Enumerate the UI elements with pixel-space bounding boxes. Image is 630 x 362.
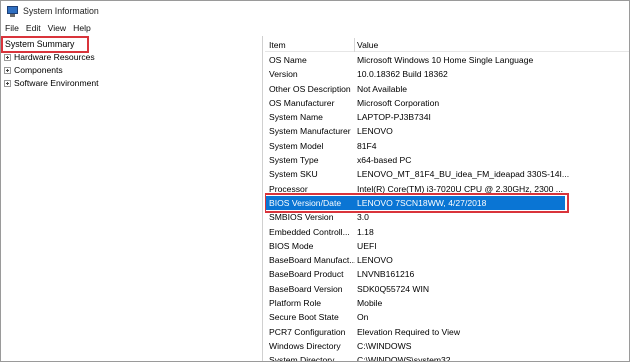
row-item: Version [269, 69, 298, 80]
row-value: Microsoft Windows 10 Home Single Languag… [357, 55, 534, 65]
row-item: Platform Role [269, 298, 322, 309]
column-divider[interactable] [354, 38, 355, 52]
table-row[interactable]: Embedded Controll... 1.18 [265, 225, 629, 239]
title-bar: System Information [1, 1, 629, 21]
category-tree: System Summary Hardware Resources Compon… [1, 36, 263, 361]
row-item: BIOS Version/Date [269, 197, 342, 208]
row-value: 81F4 [357, 140, 377, 151]
row-item: Processor [269, 183, 308, 194]
row-item: BIOS Mode [269, 240, 314, 251]
table-row[interactable]: System Manufacturer LENOVO [265, 124, 629, 138]
row-value: x64-based PC [357, 155, 412, 166]
row-item: System Type [269, 155, 319, 166]
menu-bar: File Edit View Help [1, 21, 629, 35]
details-list: Item Value OS Name Microsoft Windows 10 H… [265, 36, 629, 362]
row-value: LENOVO [357, 126, 393, 137]
expand-icon[interactable] [4, 66, 11, 74]
list-header: Item Value [265, 38, 629, 52]
row-item: Embedded Controll... [269, 226, 350, 237]
table-row[interactable]: Platform Role Mobile [265, 296, 629, 310]
table-row[interactable]: Secure Boot State On [265, 310, 629, 324]
table-row[interactable]: Other OS Description Not Available [265, 82, 629, 96]
row-value: 3.0 [357, 212, 369, 223]
row-value: 1.18 [357, 226, 374, 237]
row-item: BaseBoard Product [269, 269, 344, 280]
row-value: LAPTOP-PJ3B734I [357, 112, 431, 123]
row-item: System SKU [269, 169, 318, 180]
menu-view[interactable]: View [48, 23, 66, 33]
row-item: OS Name [269, 55, 307, 65]
table-row[interactable]: OS Manufacturer Microsoft Corporation [265, 96, 629, 110]
column-header-value[interactable]: Value [357, 40, 569, 50]
tree-item-label: Components [14, 65, 63, 75]
table-row[interactable]: System Directory C:\WINDOWS\system32 [265, 353, 629, 362]
menu-help[interactable]: Help [73, 23, 91, 33]
list-rows: OS Name Microsoft Windows 10 Home Single … [265, 53, 629, 362]
row-item: System Name [269, 112, 323, 123]
row-value: SDK0Q55724 WIN [357, 283, 430, 294]
row-value: LENOVO 7SCN18WW, 4/27/2018 [357, 197, 487, 208]
row-value: Intel(R) Core(TM) i3-7020U CPU @ 2.30GHz… [357, 183, 563, 194]
system-information-window: System Information File Edit View Help S… [0, 0, 630, 362]
tree-item-system-summary[interactable]: System Summary [5, 38, 74, 50]
row-value: LENOVO [357, 255, 393, 266]
table-row[interactable]: OS Name Microsoft Windows 10 Home Single … [265, 53, 629, 67]
row-value: Elevation Required to View [357, 326, 461, 337]
table-row[interactable]: Windows Directory C:\WINDOWS [265, 339, 629, 353]
row-item: BaseBoard Manufact... [269, 255, 355, 266]
row-item: PCR7 Configuration [269, 326, 346, 337]
tree-item-label: Software Environment [14, 78, 99, 88]
expand-icon[interactable] [4, 79, 11, 87]
table-row[interactable]: BIOS Mode UEFI [265, 239, 629, 253]
table-row[interactable]: BaseBoard Version SDK0Q55724 WIN [265, 282, 629, 296]
row-item: Other OS Description [269, 83, 351, 94]
tree-item-components[interactable]: Components [4, 64, 63, 76]
table-row[interactable]: Processor Intel(R) Core(TM) i3-7020U CPU … [265, 182, 629, 196]
tree-item-software-environment[interactable]: Software Environment [4, 77, 99, 89]
row-item: OS Manufacturer [269, 97, 335, 108]
row-value: LNVNB161216 [357, 269, 415, 280]
tree-item-hardware-resources[interactable]: Hardware Resources [4, 51, 95, 63]
table-row[interactable]: BaseBoard Product LNVNB161216 [265, 267, 629, 281]
row-value: On [357, 312, 369, 323]
row-value: Microsoft Corporation [357, 97, 440, 108]
row-value: Not Available [357, 83, 408, 94]
menu-file[interactable]: File [5, 23, 19, 33]
row-item: Windows Directory [269, 340, 341, 351]
expand-icon[interactable] [4, 53, 11, 61]
table-row[interactable]: BIOS Version/Date LENOVO 7SCN18WW, 4/27/2… [265, 192, 629, 213]
table-row[interactable]: System Type x64-based PC [265, 153, 629, 167]
row-item: SMBIOS Version [269, 212, 334, 223]
row-value: C:\WINDOWS [357, 340, 412, 351]
table-row[interactable]: System SKU LENOVO_MT_81F4_BU_idea_FM_idea… [265, 167, 629, 181]
table-row[interactable]: Version 10.0.18362 Build 18362 [265, 67, 629, 81]
row-item: Secure Boot State [269, 312, 339, 323]
window-title: System Information [23, 6, 99, 16]
table-row[interactable]: PCR7 Configuration Elevation Required to … [265, 325, 629, 339]
system-information-icon [7, 5, 18, 17]
row-item: System Model [269, 140, 324, 151]
row-value: Mobile [357, 298, 383, 309]
table-row[interactable]: SMBIOS Version 3.0 [265, 210, 629, 224]
column-header-item[interactable]: Item [269, 40, 355, 50]
row-item: System Manufacturer [269, 126, 351, 137]
table-row[interactable]: System Name LAPTOP-PJ3B734I [265, 110, 629, 124]
table-row[interactable]: BaseBoard Manufact... LENOVO [265, 253, 629, 267]
tree-item-label: Hardware Resources [14, 52, 95, 62]
table-row[interactable]: System Model 81F4 [265, 139, 629, 153]
row-value: C:\WINDOWS\system32 [357, 355, 451, 362]
menu-edit[interactable]: Edit [26, 23, 41, 33]
row-item: BaseBoard Version [269, 283, 343, 294]
row-value: LENOVO_MT_81F4_BU_idea_FM_ideapad 330S-1… [357, 169, 569, 180]
row-value: 10.0.18362 Build 18362 [357, 69, 448, 80]
row-item: System Directory [269, 355, 335, 362]
row-value: UEFI [357, 240, 377, 251]
